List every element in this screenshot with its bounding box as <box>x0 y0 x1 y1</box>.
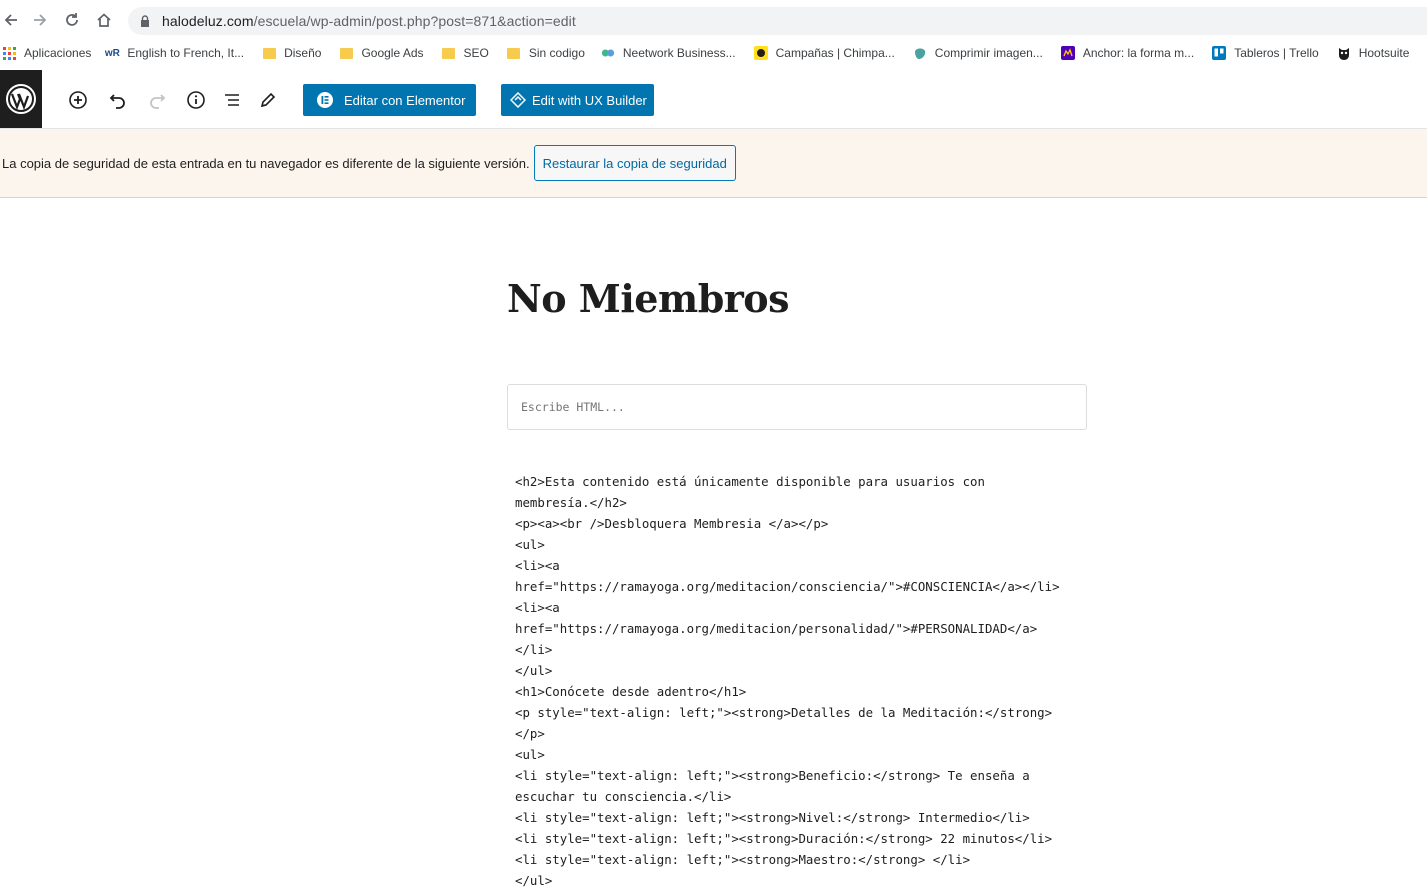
wordreference-icon: wR <box>104 47 120 59</box>
bookmark-anchor[interactable]: Anchor: la forma m... <box>1060 46 1195 60</box>
bookmark-seo[interactable]: SEO <box>442 46 489 60</box>
code-line: <p><a><br />Desbloquera Membresia </a></… <box>515 516 829 531</box>
editor-toolbar: Editar con Elementor Edit with UX Builde… <box>0 70 1427 129</box>
hootsuite-icon <box>1337 46 1351 60</box>
code-line: <ul> <box>515 747 545 762</box>
url-path: /escuela/wp-admin/post.php?post=871&acti… <box>253 13 576 29</box>
bookmark-google-ads[interactable]: Google Ads <box>339 46 424 60</box>
bookmark-label: Neetwork Business... <box>622 46 736 60</box>
restore-backup-label: Restaurar la copia de seguridad <box>542 155 727 171</box>
url-bar[interactable]: halodeluz.com/escuela/wp-admin/post.php?… <box>128 7 1427 35</box>
mailchimp-icon <box>753 46 768 60</box>
forward-arrow-icon[interactable] <box>29 9 51 31</box>
bookmark-label: Google Ads <box>361 46 424 60</box>
edit-with-ux-builder-button[interactable]: Edit with UX Builder <box>501 84 654 116</box>
bookmark-label: English to French, It... <box>127 46 245 60</box>
code-line: href="https://ramayoga.org/meditacion/co… <box>515 579 1060 594</box>
home-icon[interactable] <box>93 9 115 31</box>
trello-icon <box>1212 46 1227 60</box>
code-line: <li><a <box>515 600 560 615</box>
list-view-icon[interactable] <box>221 89 243 111</box>
html-code-preview[interactable]: <h2>Esta contenido está únicamente dispo… <box>515 471 1095 891</box>
bookmarks-bar: Aplicaciones wR English to French, It...… <box>0 42 1427 64</box>
backup-notice: La copia de seguridad de esta entrada en… <box>0 129 1427 198</box>
bookmark-trello[interactable]: Tableros | Trello <box>1212 46 1319 60</box>
html-input-placeholder: Escribe HTML... <box>521 400 625 414</box>
bookmark-label: Comprimir imagen... <box>934 46 1043 60</box>
backup-notice-text: La copia de seguridad de esta entrada en… <box>2 155 530 171</box>
folder-icon <box>507 46 521 60</box>
apps-grid-icon <box>2 46 16 60</box>
wordpress-logo-icon[interactable] <box>0 70 42 128</box>
code-line: <li style="text-align: left;"><strong>Ni… <box>515 810 1030 825</box>
bookmark-label: Tableros | Trello <box>1234 46 1319 60</box>
restore-backup-button[interactable]: Restaurar la copia de seguridad <box>533 145 736 181</box>
code-line: <li style="text-align: left;"><strong>Du… <box>515 831 1053 846</box>
code-line: <h2>Esta contenido está únicamente dispo… <box>515 474 985 489</box>
bookmark-neetwork[interactable]: Neetwork Business... <box>601 46 736 60</box>
folder-icon <box>339 46 353 60</box>
ux-builder-icon <box>510 92 526 108</box>
reload-icon[interactable] <box>61 9 83 31</box>
code-line: <li style="text-align: left;"><strong>Be… <box>515 768 1030 783</box>
code-line: </p> <box>515 726 545 741</box>
code-line: <h1>Conócete desde adentro</h1> <box>515 684 747 699</box>
edit-with-elementor-label: Editar con Elementor <box>344 92 466 108</box>
bookmark-wordreference[interactable]: wR English to French, It... <box>105 46 244 60</box>
back-arrow-icon[interactable] <box>0 9 22 31</box>
anchor-icon <box>1060 46 1075 60</box>
bookmark-label: Campañas | Chimpa... <box>775 46 895 60</box>
bookmark-label: Diseño <box>284 46 322 60</box>
bookmark-label: Sin codigo <box>528 46 585 60</box>
bookmark-mailchimp[interactable]: Campañas | Chimpa... <box>753 46 895 60</box>
browser-address-bar: halodeluz.com/escuela/wp-admin/post.php?… <box>0 0 1427 42</box>
redo-icon[interactable] <box>146 89 168 111</box>
url-host: halodeluz.com <box>162 13 254 29</box>
code-line: escuchar tu consciencia.</li> <box>515 789 732 804</box>
code-line: <ul> <box>515 537 545 552</box>
bookmark-sin-codigo[interactable]: Sin codigo <box>507 46 585 60</box>
bookmark-label: Aplicaciones <box>24 46 92 60</box>
code-line: <p style="text-align: left;"><strong>Det… <box>515 705 1053 720</box>
code-line: <li><a <box>515 558 560 573</box>
url-text: halodeluz.com/escuela/wp-admin/post.php?… <box>162 13 576 29</box>
bookmark-label: Anchor: la forma m... <box>1082 46 1195 60</box>
bookmark-aplicaciones[interactable]: Aplicaciones <box>2 46 91 60</box>
edit-with-ux-builder-label: Edit with UX Builder <box>532 92 647 108</box>
info-icon[interactable] <box>185 89 207 111</box>
bookmark-label: Hootsuite <box>1358 46 1410 60</box>
code-line: </ul> <box>515 663 553 678</box>
folder-icon <box>262 46 276 60</box>
edit-pencil-icon[interactable] <box>257 89 279 111</box>
bookmark-label: SEO <box>463 46 489 60</box>
folder-icon <box>442 46 456 60</box>
code-line: <li style="text-align: left;"><strong>Ma… <box>515 852 971 867</box>
undo-icon[interactable] <box>107 89 129 111</box>
neetwork-icon <box>601 46 615 60</box>
elementor-icon <box>316 91 334 109</box>
compress-icon <box>913 46 927 60</box>
custom-html-input[interactable]: Escribe HTML... <box>507 384 1087 430</box>
code-line: </li> <box>515 642 553 657</box>
bookmark-diseno[interactable]: Diseño <box>262 46 321 60</box>
post-title[interactable]: No Miembros <box>507 276 790 321</box>
code-line: href="https://ramayoga.org/meditacion/pe… <box>515 621 1038 636</box>
edit-with-elementor-button[interactable]: Editar con Elementor <box>303 84 476 116</box>
bookmark-hootsuite[interactable]: Hootsuite <box>1337 46 1410 60</box>
add-block-icon[interactable] <box>67 89 89 111</box>
code-line: membresía.</h2> <box>515 495 627 510</box>
lock-icon[interactable] <box>138 14 152 28</box>
bookmark-comprimir[interactable]: Comprimir imagen... <box>913 46 1043 60</box>
